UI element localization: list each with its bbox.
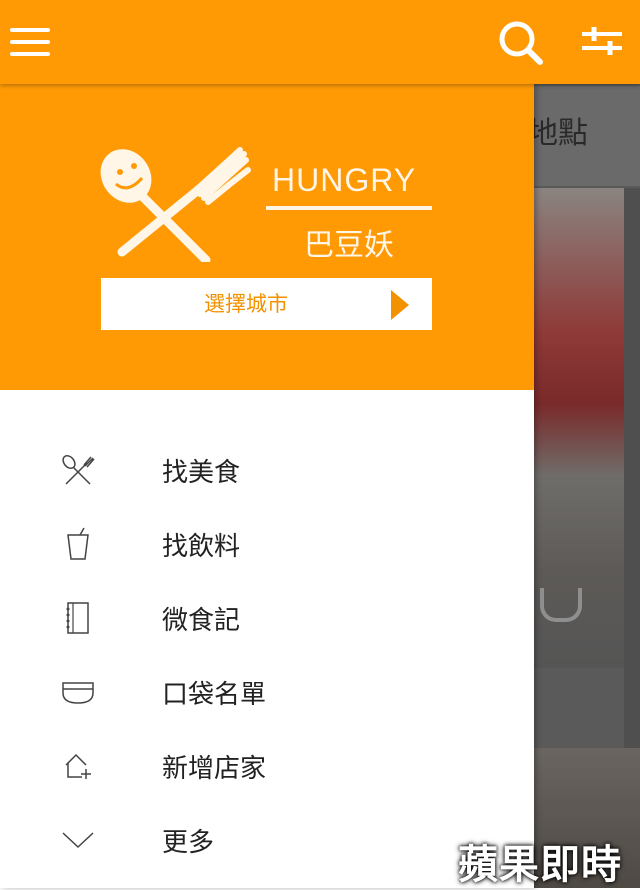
menu-item-find-drinks[interactable]: 找飲料: [0, 514, 534, 574]
menu-item-more[interactable]: 更多: [0, 810, 534, 870]
spoon-fork-logo-icon: [100, 147, 251, 262]
navigation-drawer: HUNGRY 巴豆妖 選擇城市 找美食 找飲料 微食記 口袋名單 新增店家 更多: [0, 84, 534, 888]
background-bowl-icon: [540, 588, 582, 622]
menu-item-pocket-list[interactable]: 口袋名單: [0, 662, 534, 722]
hamburger-menu-button[interactable]: [8, 24, 52, 60]
watermark-text: 蘋果即時: [458, 842, 622, 888]
bowl-icon: [62, 682, 94, 704]
select-city-label: 選擇城市: [204, 292, 288, 316]
search-icon: [499, 21, 543, 65]
background-title: 地點: [528, 116, 588, 151]
hamburger-icon-line: [10, 40, 50, 44]
menu-item-find-food[interactable]: 找美食: [0, 440, 534, 500]
hamburger-icon: [10, 28, 50, 32]
hamburger-icon-line: [10, 52, 50, 56]
menu-item-label: 更多: [162, 828, 215, 858]
search-button[interactable]: [496, 18, 544, 66]
fork-spoon-icon: [62, 454, 95, 485]
brand-name-english: HUNGRY: [272, 162, 417, 198]
menu-item-label: 口袋名單: [162, 680, 267, 710]
sliders-icon: [582, 27, 622, 55]
select-city-button[interactable]: 選擇城市: [101, 278, 432, 330]
add-store-icon: [65, 753, 91, 779]
filter-button[interactable]: [580, 22, 624, 62]
menu-item-food-notes[interactable]: 微食記: [0, 588, 534, 648]
menu-item-label: 微食記: [162, 606, 241, 636]
notebook-icon: [66, 602, 89, 634]
app-bar: [0, 0, 640, 84]
brand-name-chinese: 巴豆妖: [304, 228, 394, 263]
menu-item-label: 找飲料: [162, 532, 241, 562]
menu-item-label: 找美食: [162, 458, 241, 488]
chevron-down-icon: [62, 832, 94, 849]
cup-icon: [67, 527, 89, 560]
drawer-header: HUNGRY 巴豆妖 選擇城市: [0, 84, 534, 390]
menu-item-label: 新增店家: [162, 754, 267, 784]
brand-divider: [266, 206, 432, 210]
play-arrow-icon: [391, 290, 409, 320]
menu-item-add-store[interactable]: 新增店家: [0, 736, 534, 796]
